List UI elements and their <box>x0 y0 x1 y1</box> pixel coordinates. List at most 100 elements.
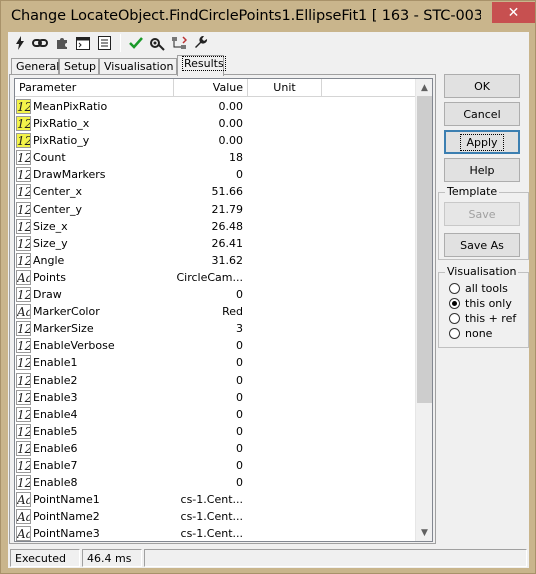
grid-rows: 12 MeanPixRatio 0.00 12 PixRatio_x 0.00 12 PixR… <box>15 98 415 541</box>
title-bar[interactable]: Change LocateObject.FindCirclePoints1.El… <box>2 2 535 32</box>
apply-button[interactable]: Apply <box>444 130 520 154</box>
parameter-name: Size_y <box>33 236 68 250</box>
table-row[interactable]: 12 Enable4 0 <box>15 406 415 423</box>
radio-this-plus-ref[interactable]: this + ref <box>449 311 516 326</box>
network-icon[interactable] <box>171 35 187 51</box>
parameter-value[interactable]: 0 <box>173 476 243 489</box>
results-grid: Parameter Value Unit 12 MeanPixRatio 0.00 1… <box>14 78 433 542</box>
close-button[interactable]: ✕ <box>492 2 535 23</box>
ok-button[interactable]: OK <box>444 74 520 98</box>
parameter-value[interactable]: 0.00 <box>173 117 244 130</box>
table-row[interactable]: AaPointName3 cs-1.Cent... <box>15 525 415 541</box>
table-row[interactable]: 12 Enable7 0 <box>15 457 415 474</box>
parameter-name: Center_x <box>33 185 83 199</box>
parameter-value[interactable]: 0 <box>173 459 243 472</box>
table-row[interactable]: 12 Size_x 26.48 <box>15 218 415 235</box>
parameter-value[interactable]: 3 <box>173 322 243 335</box>
parameter-value[interactable]: 18 <box>173 151 243 164</box>
tab-label: Setup <box>64 60 97 73</box>
vertical-scrollbar[interactable]: ▲ ▼ <box>415 79 432 541</box>
parameter-value[interactable]: 0 <box>173 288 243 301</box>
table-row[interactable]: 12 Enable8 0 <box>15 474 415 491</box>
parameter-name: Enable4 <box>33 407 78 421</box>
table-row[interactable]: 12 PixRatio_y 0.00 <box>15 132 415 149</box>
checkmark-icon[interactable] <box>128 35 144 51</box>
numeric-type-icon: 12 <box>16 355 31 371</box>
radio-none-circle[interactable] <box>449 328 460 339</box>
link-icon[interactable] <box>32 35 48 51</box>
column-header-unit[interactable]: Unit <box>248 79 322 97</box>
numeric-type-icon: 12 <box>16 116 31 132</box>
table-row[interactable]: 12 EnableVerbose 0 <box>15 337 415 354</box>
lightning-icon[interactable] <box>12 35 28 51</box>
parameter-value[interactable]: 0 <box>173 168 243 181</box>
table-row[interactable]: 12 Enable5 0 <box>15 423 415 440</box>
parameter-value[interactable]: 26.41 <box>173 237 244 250</box>
wrench-icon[interactable] <box>193 35 209 51</box>
table-row[interactable]: 12 Count 18 <box>15 149 415 166</box>
numeric-type-icon: 12 <box>16 287 31 303</box>
table-row[interactable]: 12 Size_y 26.41 <box>15 235 415 252</box>
radio-all-tools[interactable]: all tools <box>449 281 508 296</box>
table-row[interactable]: AaPointName1 cs-1.Cent... <box>15 491 415 508</box>
parameter-value[interactable]: 0.00 <box>173 100 244 113</box>
table-row[interactable]: 12 PixRatio_x 0.00 <box>15 115 415 132</box>
parameter-value[interactable]: 0 <box>173 356 243 369</box>
parameter-name: DrawMarkers <box>33 168 106 182</box>
radio-this-only[interactable]: this only <box>449 296 512 311</box>
template-save-as-button[interactable]: Save As <box>444 233 520 257</box>
radio-all-tools-circle[interactable] <box>449 283 460 294</box>
table-row[interactable]: 12 Center_x 51.66 <box>15 183 415 200</box>
table-row[interactable]: 12 Enable1 0 <box>15 354 415 371</box>
puzzle-icon[interactable] <box>54 35 70 51</box>
settings-run-icon[interactable] <box>149 35 165 51</box>
parameter-value[interactable]: cs-1.Cent... <box>173 510 243 523</box>
table-row[interactable]: 12 Angle 31.62 <box>15 252 415 269</box>
table-row[interactable]: AaPoints CircleCam... <box>15 269 415 286</box>
table-row[interactable]: AaPointName2 cs-1.Cent... <box>15 508 415 525</box>
numeric-type-icon: 12 <box>16 218 31 234</box>
help-label: Help <box>469 163 495 177</box>
parameter-value[interactable]: 0 <box>173 425 243 438</box>
table-row[interactable]: 12 Enable3 0 <box>15 389 415 406</box>
table-row[interactable]: 12 Draw 0 <box>15 286 415 303</box>
table-row[interactable]: 12 Enable2 0 <box>15 372 415 389</box>
console-icon[interactable] <box>75 35 91 51</box>
table-row[interactable]: 12 MeanPixRatio 0.00 <box>15 98 415 115</box>
parameter-value[interactable]: CircleCam... <box>173 271 243 284</box>
radio-this-only-circle[interactable] <box>449 298 460 309</box>
parameter-value[interactable]: Red <box>173 305 243 318</box>
table-row[interactable]: 12 DrawMarkers 0 <box>15 166 415 183</box>
parameter-value[interactable]: 0 <box>173 374 243 387</box>
parameter-value[interactable]: 31.62 <box>173 254 244 267</box>
radio-this-plus-ref-circle[interactable] <box>449 313 460 324</box>
parameter-value[interactable]: 0.00 <box>173 134 244 147</box>
parameter-value[interactable]: 21.79 <box>173 203 244 216</box>
notepad-icon[interactable] <box>96 35 112 51</box>
template-save-button[interactable]: Save <box>444 202 520 226</box>
parameter-value[interactable]: 0 <box>173 408 243 421</box>
parameter-value[interactable]: 0 <box>173 442 243 455</box>
status-state: Executed <box>10 549 80 567</box>
parameter-value[interactable]: 0 <box>173 339 243 352</box>
cancel-button[interactable]: Cancel <box>444 102 520 126</box>
tab-results[interactable]: Results <box>177 55 226 76</box>
column-header-parameter[interactable]: Parameter <box>15 79 174 97</box>
table-row[interactable]: 12 Enable6 0 <box>15 440 415 457</box>
column-header-value[interactable]: Value <box>174 79 248 97</box>
radio-none[interactable]: none <box>449 326 492 341</box>
table-row[interactable]: 12 MarkerSize 3 <box>15 320 415 337</box>
parameter-value[interactable]: cs-1.Cent... <box>173 493 243 506</box>
help-button[interactable]: Help <box>444 158 520 182</box>
scroll-down-arrow-icon[interactable]: ▼ <box>416 524 432 541</box>
table-row[interactable]: AaMarkerColor Red <box>15 303 415 320</box>
scroll-thumb[interactable] <box>417 96 432 403</box>
parameter-value[interactable]: 51.66 <box>173 185 244 198</box>
parameter-value[interactable]: 26.48 <box>173 220 244 233</box>
table-row[interactable]: 12 Center_y 21.79 <box>15 201 415 218</box>
scroll-up-arrow-icon[interactable]: ▲ <box>416 79 432 96</box>
parameter-value[interactable]: cs-1.Cent... <box>173 527 243 540</box>
toolbar-separator <box>120 34 121 52</box>
parameter-value[interactable]: 0 <box>173 391 243 404</box>
parameter-name: Enable3 <box>33 390 78 404</box>
